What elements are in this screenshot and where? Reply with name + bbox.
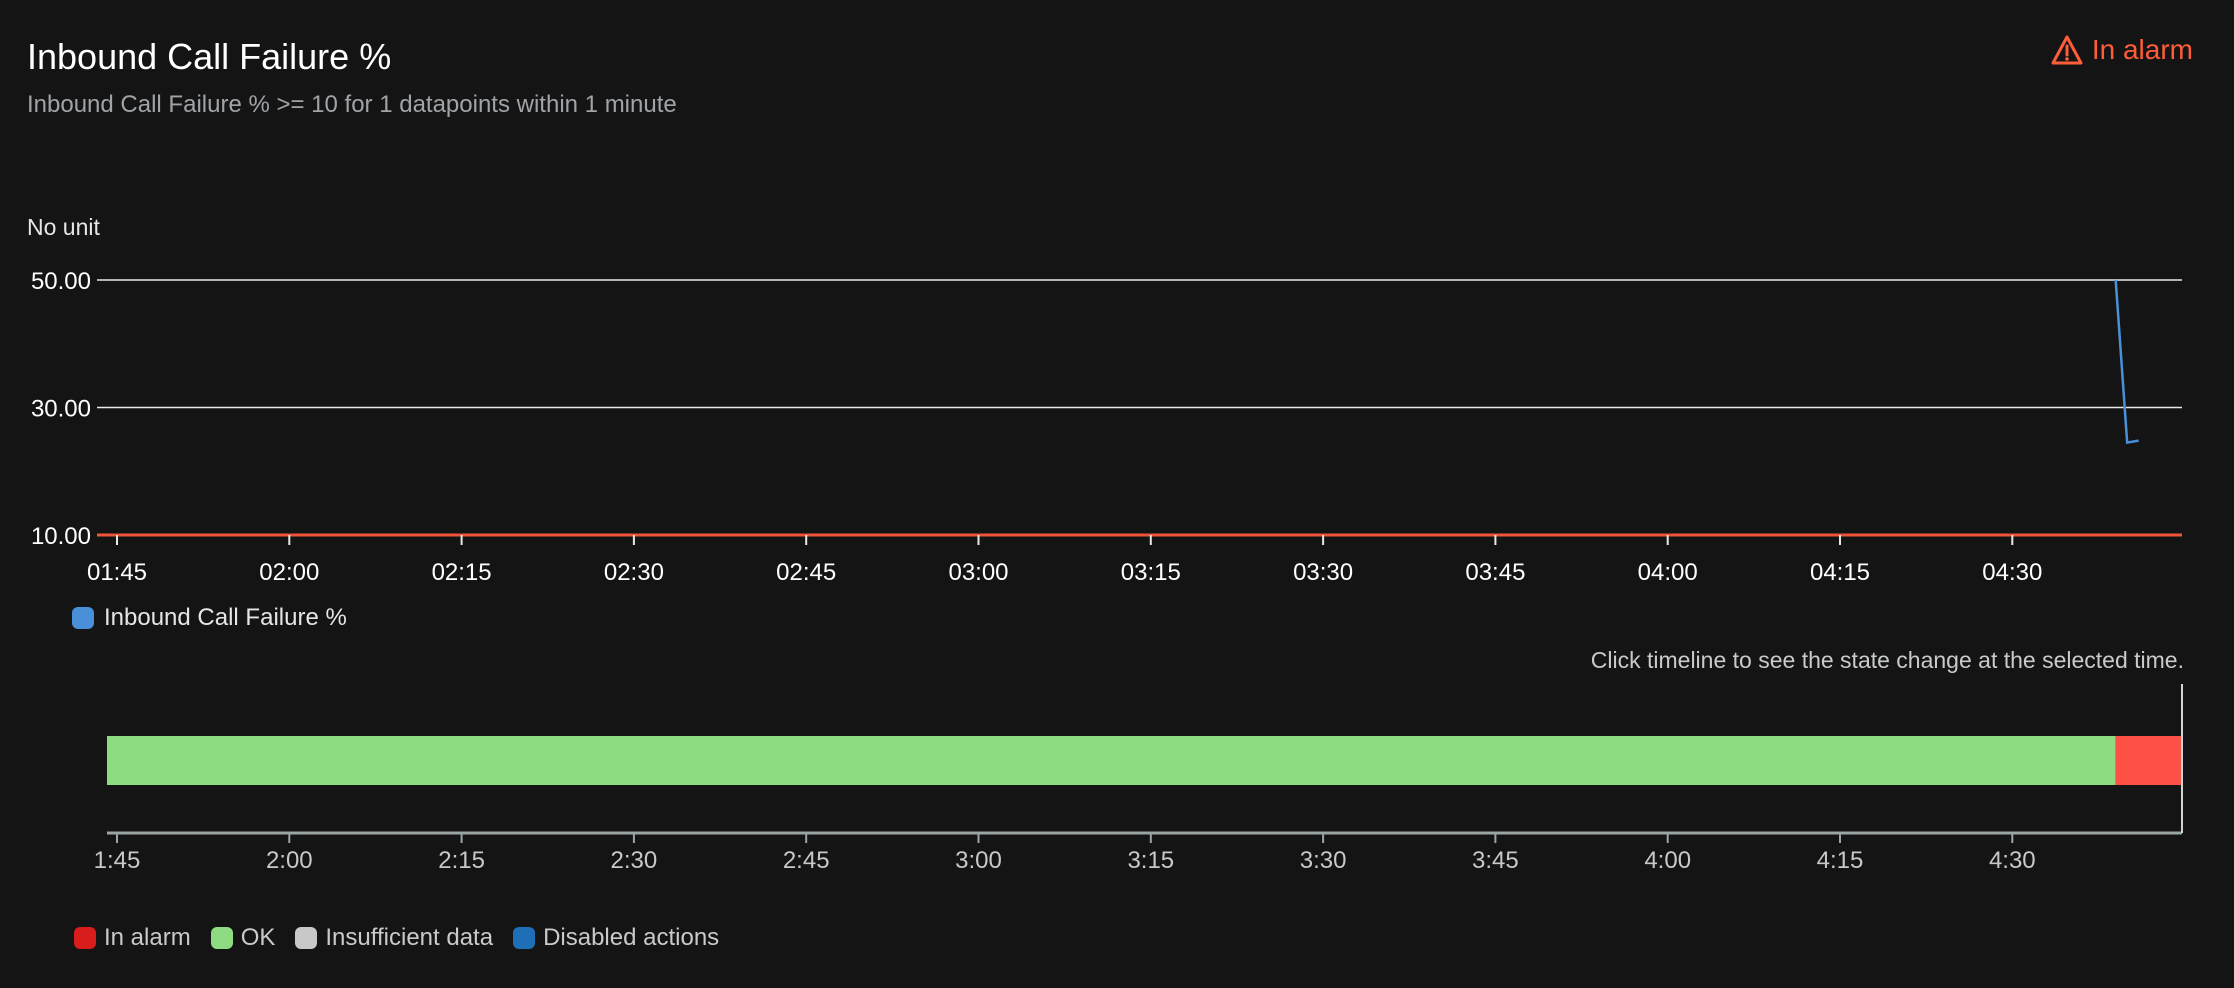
series-legend[interactable]: Inbound Call Failure % bbox=[72, 604, 347, 632]
ok-swatch bbox=[210, 927, 233, 949]
state-legend-label: Insufficient data bbox=[325, 924, 494, 951]
state-legend-item: In alarm bbox=[74, 924, 191, 952]
timeline-alarm-segment bbox=[2115, 736, 2182, 785]
timeline-tick-label: 3:45 bbox=[1472, 847, 1519, 874]
timeline-tick-label: 4:30 bbox=[1989, 847, 2036, 874]
state-legend-item: OK bbox=[210, 924, 276, 952]
x-tick-label: 02:30 bbox=[604, 559, 664, 586]
series-legend-label: Inbound Call Failure % bbox=[104, 604, 347, 631]
x-tick-label: 04:30 bbox=[1982, 559, 2042, 586]
insufficient-data-swatch bbox=[295, 927, 318, 949]
x-tick-label: 03:15 bbox=[1121, 559, 1181, 586]
metric-chart[interactable]: 50.00 30.00 10.00 01:45 02:00 02:15 02:30 02:45… bbox=[0, 0, 2234, 988]
disabled-actions-swatch bbox=[513, 927, 536, 949]
x-tick-label: 02:15 bbox=[432, 559, 492, 586]
timeline-tick-label: 3:30 bbox=[1300, 847, 1347, 874]
timeline-tick-label: 2:00 bbox=[266, 847, 313, 874]
timeline-tick-label: 1:45 bbox=[94, 847, 141, 874]
timeline-tick-label: 4:00 bbox=[1644, 847, 1691, 874]
timeline-tick-label: 3:15 bbox=[1127, 847, 1174, 874]
x-tick-label: 04:15 bbox=[1810, 559, 1870, 586]
timeline-tick-label: 4:15 bbox=[1817, 847, 1864, 874]
x-tick-label: 02:00 bbox=[259, 559, 319, 586]
x-tick-label: 03:30 bbox=[1293, 559, 1353, 586]
series-color-swatch bbox=[72, 607, 94, 629]
state-legend-item: Disabled actions bbox=[513, 924, 719, 952]
x-tick-label: 02:45 bbox=[776, 559, 836, 586]
series-line bbox=[2114, 279, 2139, 445]
state-legend-item: Insufficient data bbox=[295, 924, 493, 952]
y-tick-label: 30.00 bbox=[31, 396, 91, 423]
y-tick-label: 50.00 bbox=[31, 268, 91, 295]
timeline-ok-segment bbox=[107, 736, 2116, 785]
state-legend: In alarm OK Insufficient data Disabled a… bbox=[74, 924, 719, 952]
in-alarm-swatch bbox=[74, 927, 96, 949]
x-tick-label: 04:00 bbox=[1638, 559, 1698, 586]
timeline-tick-label: 2:30 bbox=[611, 847, 658, 874]
timeline-tick-label: 3:00 bbox=[955, 847, 1002, 874]
x-tick-label: 03:45 bbox=[1465, 559, 1525, 586]
state-legend-label: OK bbox=[240, 924, 276, 951]
state-legend-label: Disabled actions bbox=[543, 924, 720, 951]
timeline-hint: Click timeline to see the state change a… bbox=[1590, 647, 2184, 673]
timeline-tick-label: 2:15 bbox=[438, 847, 485, 874]
x-tick-label: 03:00 bbox=[948, 559, 1008, 586]
y-tick-label: 10.00 bbox=[31, 523, 91, 550]
state-legend-label: In alarm bbox=[104, 924, 191, 951]
timeline-tick-label: 2:45 bbox=[783, 847, 830, 874]
x-tick-label: 01:45 bbox=[87, 559, 147, 586]
